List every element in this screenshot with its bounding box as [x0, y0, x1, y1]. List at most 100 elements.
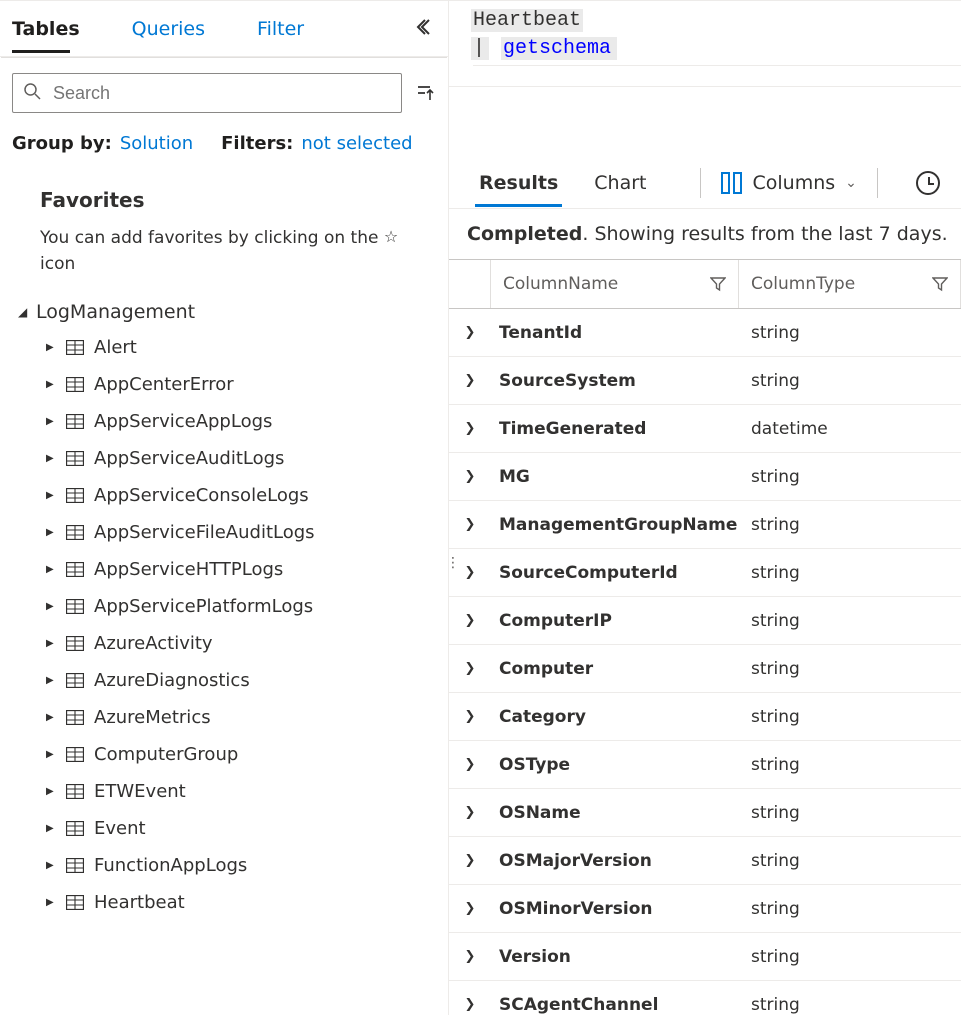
filter-icon[interactable] [932, 276, 948, 292]
caret-right-icon: ▶ [46, 749, 56, 760]
caret-right-icon: ▶ [46, 342, 56, 353]
expand-row-icon[interactable]: ❯ [449, 709, 491, 724]
columns-button[interactable]: Columns ⌄ [721, 172, 856, 194]
table-item[interactable]: ▶AppServiceHTTPLogs [18, 551, 448, 588]
expand-row-icon[interactable]: ❯ [449, 949, 491, 964]
expand-row-icon[interactable]: ❯ [449, 805, 491, 820]
table-item[interactable]: ▶AppServicePlatformLogs [18, 588, 448, 625]
collapse-left-icon[interactable] [410, 13, 436, 45]
tab-results[interactable]: Results [477, 160, 560, 206]
group-label: LogManagement [36, 301, 195, 323]
cell-columnname: Version [491, 947, 739, 967]
table-item[interactable]: ▶AppServiceFileAuditLogs [18, 514, 448, 551]
expand-row-icon[interactable]: ❯ [449, 613, 491, 628]
tree-items: ▶Alert▶AppCenterError▶AppServiceAppLogs▶… [0, 329, 448, 921]
table-item[interactable]: ▶AppCenterError [18, 366, 448, 403]
sort-icon[interactable] [412, 81, 436, 105]
splitter-handle[interactable]: ⋮ [446, 561, 458, 565]
table-row[interactable]: ❯ManagementGroupNamestring [449, 501, 961, 549]
cell-columnname: OSMajorVersion [491, 851, 739, 871]
table-item-label: AppServiceAuditLogs [94, 448, 284, 469]
table-row[interactable]: ❯TenantIdstring [449, 309, 961, 357]
header-columntype[interactable]: ColumnType [739, 260, 961, 308]
table-row[interactable]: ❯Categorystring [449, 693, 961, 741]
cell-columntype: string [739, 899, 961, 919]
expand-row-icon[interactable]: ❯ [449, 853, 491, 868]
expand-row-icon[interactable]: ❯ [449, 517, 491, 532]
filters-value[interactable]: not selected [301, 133, 412, 154]
search-box[interactable] [12, 73, 402, 113]
expand-row-icon[interactable]: ❯ [449, 901, 491, 916]
columns-icon [721, 172, 742, 194]
table-item[interactable]: ▶AzureDiagnostics [18, 662, 448, 699]
table-icon [66, 562, 84, 577]
filter-icon[interactable] [710, 276, 726, 292]
caret-right-icon: ▶ [46, 823, 56, 834]
table-row[interactable]: ❯OSNamestring [449, 789, 961, 837]
caret-right-icon: ▶ [46, 416, 56, 427]
table-item[interactable]: ▶Event [18, 810, 448, 847]
table-item-label: FunctionAppLogs [94, 855, 247, 876]
expand-row-icon[interactable]: ❯ [449, 325, 491, 340]
table-item[interactable]: ▶AppServiceAuditLogs [18, 440, 448, 477]
table-row[interactable]: ❯MGstring [449, 453, 961, 501]
grid-body[interactable]: ❯TenantIdstring❯SourceSystemstring❯TimeG… [449, 309, 961, 1015]
table-icon [66, 747, 84, 762]
groupby-value[interactable]: Solution [120, 133, 193, 154]
table-icon [66, 414, 84, 429]
table-item[interactable]: ▶AppServiceConsoleLogs [18, 477, 448, 514]
table-row[interactable]: ❯Computerstring [449, 645, 961, 693]
header-columnname[interactable]: ColumnName [491, 260, 739, 308]
table-icon [66, 673, 84, 688]
table-item[interactable]: ▶AppServiceAppLogs [18, 403, 448, 440]
query-pipe: | [471, 37, 489, 60]
table-row[interactable]: ❯OSMajorVersionstring [449, 837, 961, 885]
expand-row-icon[interactable]: ❯ [449, 421, 491, 436]
caret-right-icon: ▶ [46, 490, 56, 501]
tab-chart[interactable]: Chart [592, 160, 648, 206]
table-item[interactable]: ▶ComputerGroup [18, 736, 448, 773]
table-row[interactable]: ❯TimeGenerateddatetime [449, 405, 961, 453]
table-item[interactable]: ▶ Alert [18, 329, 448, 366]
cell-columnname: OSType [491, 755, 739, 775]
query-editor[interactable]: Heartbeat | getschema [449, 1, 961, 87]
tree-scroll[interactable]: Favorites You can add favorites by click… [0, 162, 448, 1015]
search-input[interactable] [51, 82, 391, 105]
table-row[interactable]: ❯Versionstring [449, 933, 961, 981]
expand-row-icon[interactable]: ❯ [449, 661, 491, 676]
expand-row-icon[interactable]: ❯ [449, 469, 491, 484]
caret-right-icon: ▶ [46, 786, 56, 797]
expand-row-icon[interactable]: ❯ [449, 373, 491, 388]
table-row[interactable]: ❯SourceSystemstring [449, 357, 961, 405]
table-item-label: Alert [94, 337, 137, 358]
table-item-label: AppServiceFileAuditLogs [94, 522, 315, 543]
cell-columntype: datetime [739, 419, 961, 439]
table-item[interactable]: ▶AzureActivity [18, 625, 448, 662]
table-row[interactable]: ❯SCAgentChannelstring [449, 981, 961, 1015]
expand-row-icon[interactable]: ❯ [449, 997, 491, 1012]
table-row[interactable]: ❯OSTypestring [449, 741, 961, 789]
tab-filter[interactable]: Filter [257, 6, 322, 52]
table-item[interactable]: ▶Heartbeat [18, 884, 448, 921]
group-logmanagement[interactable]: ◢ LogManagement [0, 295, 448, 329]
search-icon [23, 82, 41, 104]
table-row[interactable]: ❯ComputerIPstring [449, 597, 961, 645]
clock-icon[interactable] [916, 171, 940, 195]
cell-columntype: string [739, 995, 961, 1015]
cell-columntype: string [739, 611, 961, 631]
table-item[interactable]: ▶AzureMetrics [18, 699, 448, 736]
tab-queries[interactable]: Queries [132, 6, 223, 52]
table-item[interactable]: ▶ ETWEvent [18, 773, 448, 810]
table-item-label: AzureMetrics [94, 707, 211, 728]
filters-label: Filters: [221, 133, 293, 154]
expand-row-icon[interactable]: ❯ [449, 757, 491, 772]
cell-columnname: Category [491, 707, 739, 727]
table-item[interactable]: ▶FunctionAppLogs [18, 847, 448, 884]
table-icon [66, 525, 84, 540]
table-row[interactable]: ❯SourceComputerIdstring [449, 549, 961, 597]
table-item-label: ETWEvent [94, 781, 186, 802]
caret-right-icon: ▶ [46, 379, 56, 390]
table-row[interactable]: ❯OSMinorVersionstring [449, 885, 961, 933]
cell-columntype: string [739, 803, 961, 823]
tab-tables[interactable]: Tables [12, 6, 98, 52]
